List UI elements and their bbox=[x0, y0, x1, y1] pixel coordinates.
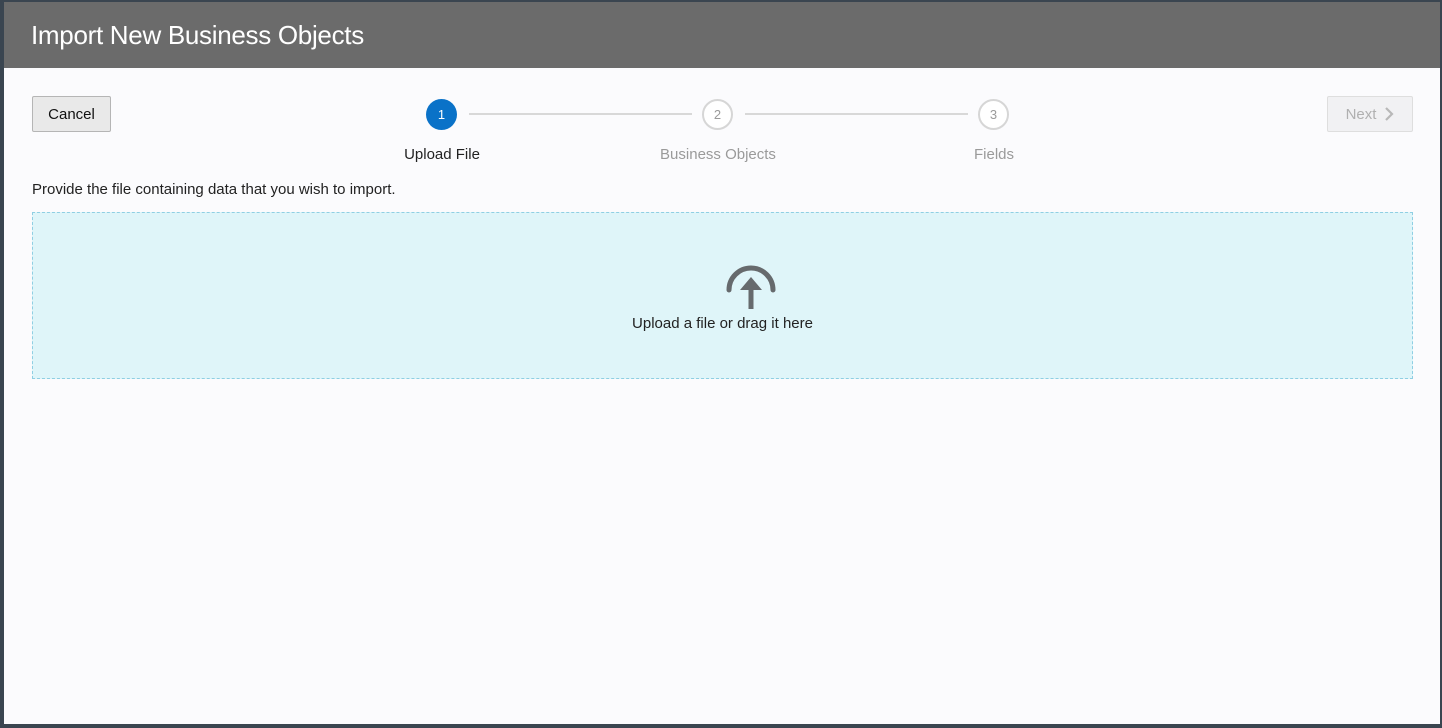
step-3-indicator[interactable]: 3 bbox=[978, 99, 1009, 130]
step-2-number: 2 bbox=[713, 107, 722, 122]
upload-icon bbox=[726, 265, 776, 309]
step-3-label: Fields bbox=[973, 146, 1014, 163]
chevron-right-icon bbox=[1385, 107, 1394, 121]
import-dialog: Import New Business Objects Cancel 1 2 3… bbox=[4, 2, 1440, 724]
step-3-number: 3 bbox=[989, 107, 998, 122]
instruction-text: Provide the file containing data that yo… bbox=[32, 181, 396, 198]
next-button[interactable]: Next bbox=[1327, 96, 1413, 132]
dropzone-label: Upload a file or drag it here bbox=[632, 315, 813, 332]
step-1-number: 1 bbox=[437, 107, 446, 122]
dialog-titlebar: Import New Business Objects bbox=[4, 2, 1440, 68]
cancel-button[interactable]: Cancel bbox=[32, 96, 111, 132]
step-2-label: Business Objects bbox=[660, 146, 776, 163]
step-1-label: Upload File bbox=[404, 146, 480, 163]
next-button-label: Next bbox=[1345, 105, 1377, 123]
dialog-title: Import New Business Objects bbox=[31, 20, 364, 50]
step-2-indicator[interactable]: 2 bbox=[702, 99, 733, 130]
step-connector bbox=[745, 113, 968, 115]
step-1-indicator[interactable]: 1 bbox=[426, 99, 457, 130]
step-connector bbox=[469, 113, 692, 115]
file-dropzone[interactable]: Upload a file or drag it here bbox=[32, 212, 1413, 379]
